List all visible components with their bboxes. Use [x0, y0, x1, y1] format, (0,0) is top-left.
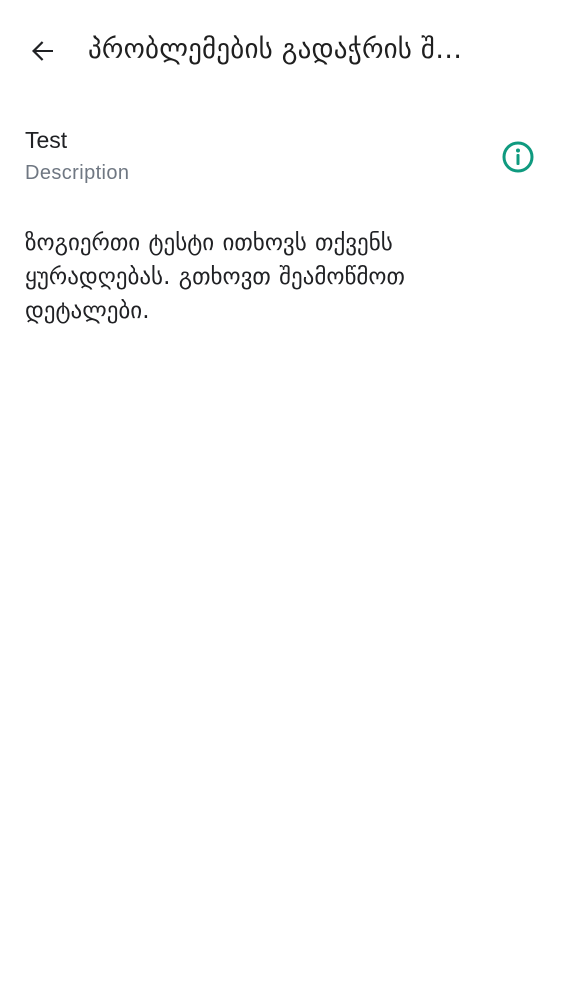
- test-description: Description: [25, 162, 130, 184]
- troubleshooting-screen: პრობლემების გადაჭრის შ… Test Description…: [0, 0, 562, 1000]
- info-button[interactable]: [498, 137, 538, 177]
- back-button[interactable]: [19, 27, 67, 75]
- top-app-bar: პრობლემების გადაჭრის შ…: [0, 0, 562, 100]
- attention-message: ზოგიერთი ტესტი ითხოვს თქვენს ყურადღებას.…: [25, 230, 405, 324]
- arrow-left-icon: [32, 41, 53, 61]
- test-list-item[interactable]: Test Description: [0, 118, 562, 196]
- page-title: პრობლემების გადაჭრის შ…: [88, 34, 463, 65]
- test-name: Test: [25, 127, 68, 153]
- info-circle-icon: [502, 141, 534, 173]
